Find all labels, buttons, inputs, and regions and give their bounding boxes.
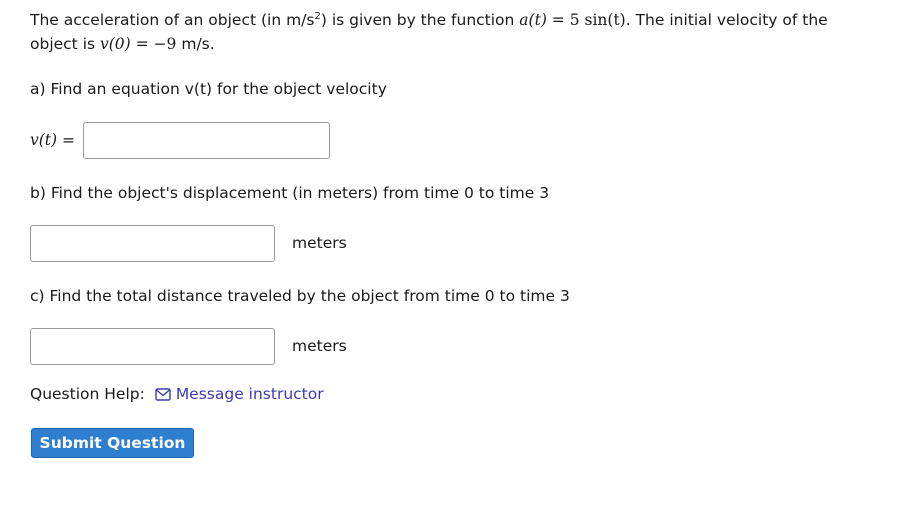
accel-unit: m/s: [286, 11, 315, 29]
displacement-unit: meters: [292, 234, 347, 252]
total-distance-input[interactable]: [30, 328, 275, 365]
equals-sign: =: [546, 11, 570, 29]
initial-lhs: v(0): [100, 35, 131, 53]
part-c-prompt: c) Find the total distance traveled by t…: [30, 287, 570, 305]
part-b-prompt: b) Find the object's displacement (in me…: [30, 184, 550, 202]
mail-icon: [155, 388, 171, 401]
part-a-input-label: v(t) =: [30, 128, 75, 152]
velocity-label: v(t): [30, 131, 58, 149]
total-distance-unit: meters: [292, 337, 347, 355]
intro-middle: ) is given by the function: [320, 11, 520, 29]
problem-statement-line-1: The acceleration of an object (in m/s2) …: [30, 8, 828, 32]
submit-question-button[interactable]: Submit Question: [31, 428, 194, 458]
part-a-prompt: a) Find an equation v(t) for the object …: [30, 80, 387, 98]
equals-sign-2: =: [130, 35, 154, 53]
velocity-label-equals: =: [57, 131, 76, 149]
function-rhs: 5 sin(t): [569, 11, 626, 29]
initial-rhs: −9: [153, 35, 177, 53]
line2-prefix: object is: [30, 35, 100, 53]
question-help-label: Question Help:: [30, 385, 145, 403]
message-instructor-label: Message instructor: [175, 385, 324, 403]
displacement-input[interactable]: [30, 225, 275, 262]
line2-suffix: m/s.: [176, 35, 215, 53]
intro-prefix: The acceleration of an object (in: [30, 11, 287, 29]
velocity-equation-input[interactable]: [83, 122, 330, 159]
function-lhs: a(t): [519, 11, 547, 29]
problem-statement-line-2: object is v(0) = −9 m/s.: [30, 32, 215, 56]
question-help: Question Help: Message instructor: [30, 382, 324, 406]
message-instructor-link[interactable]: Message instructor: [155, 382, 324, 406]
intro-suffix: . The initial velocity of the: [625, 11, 828, 29]
